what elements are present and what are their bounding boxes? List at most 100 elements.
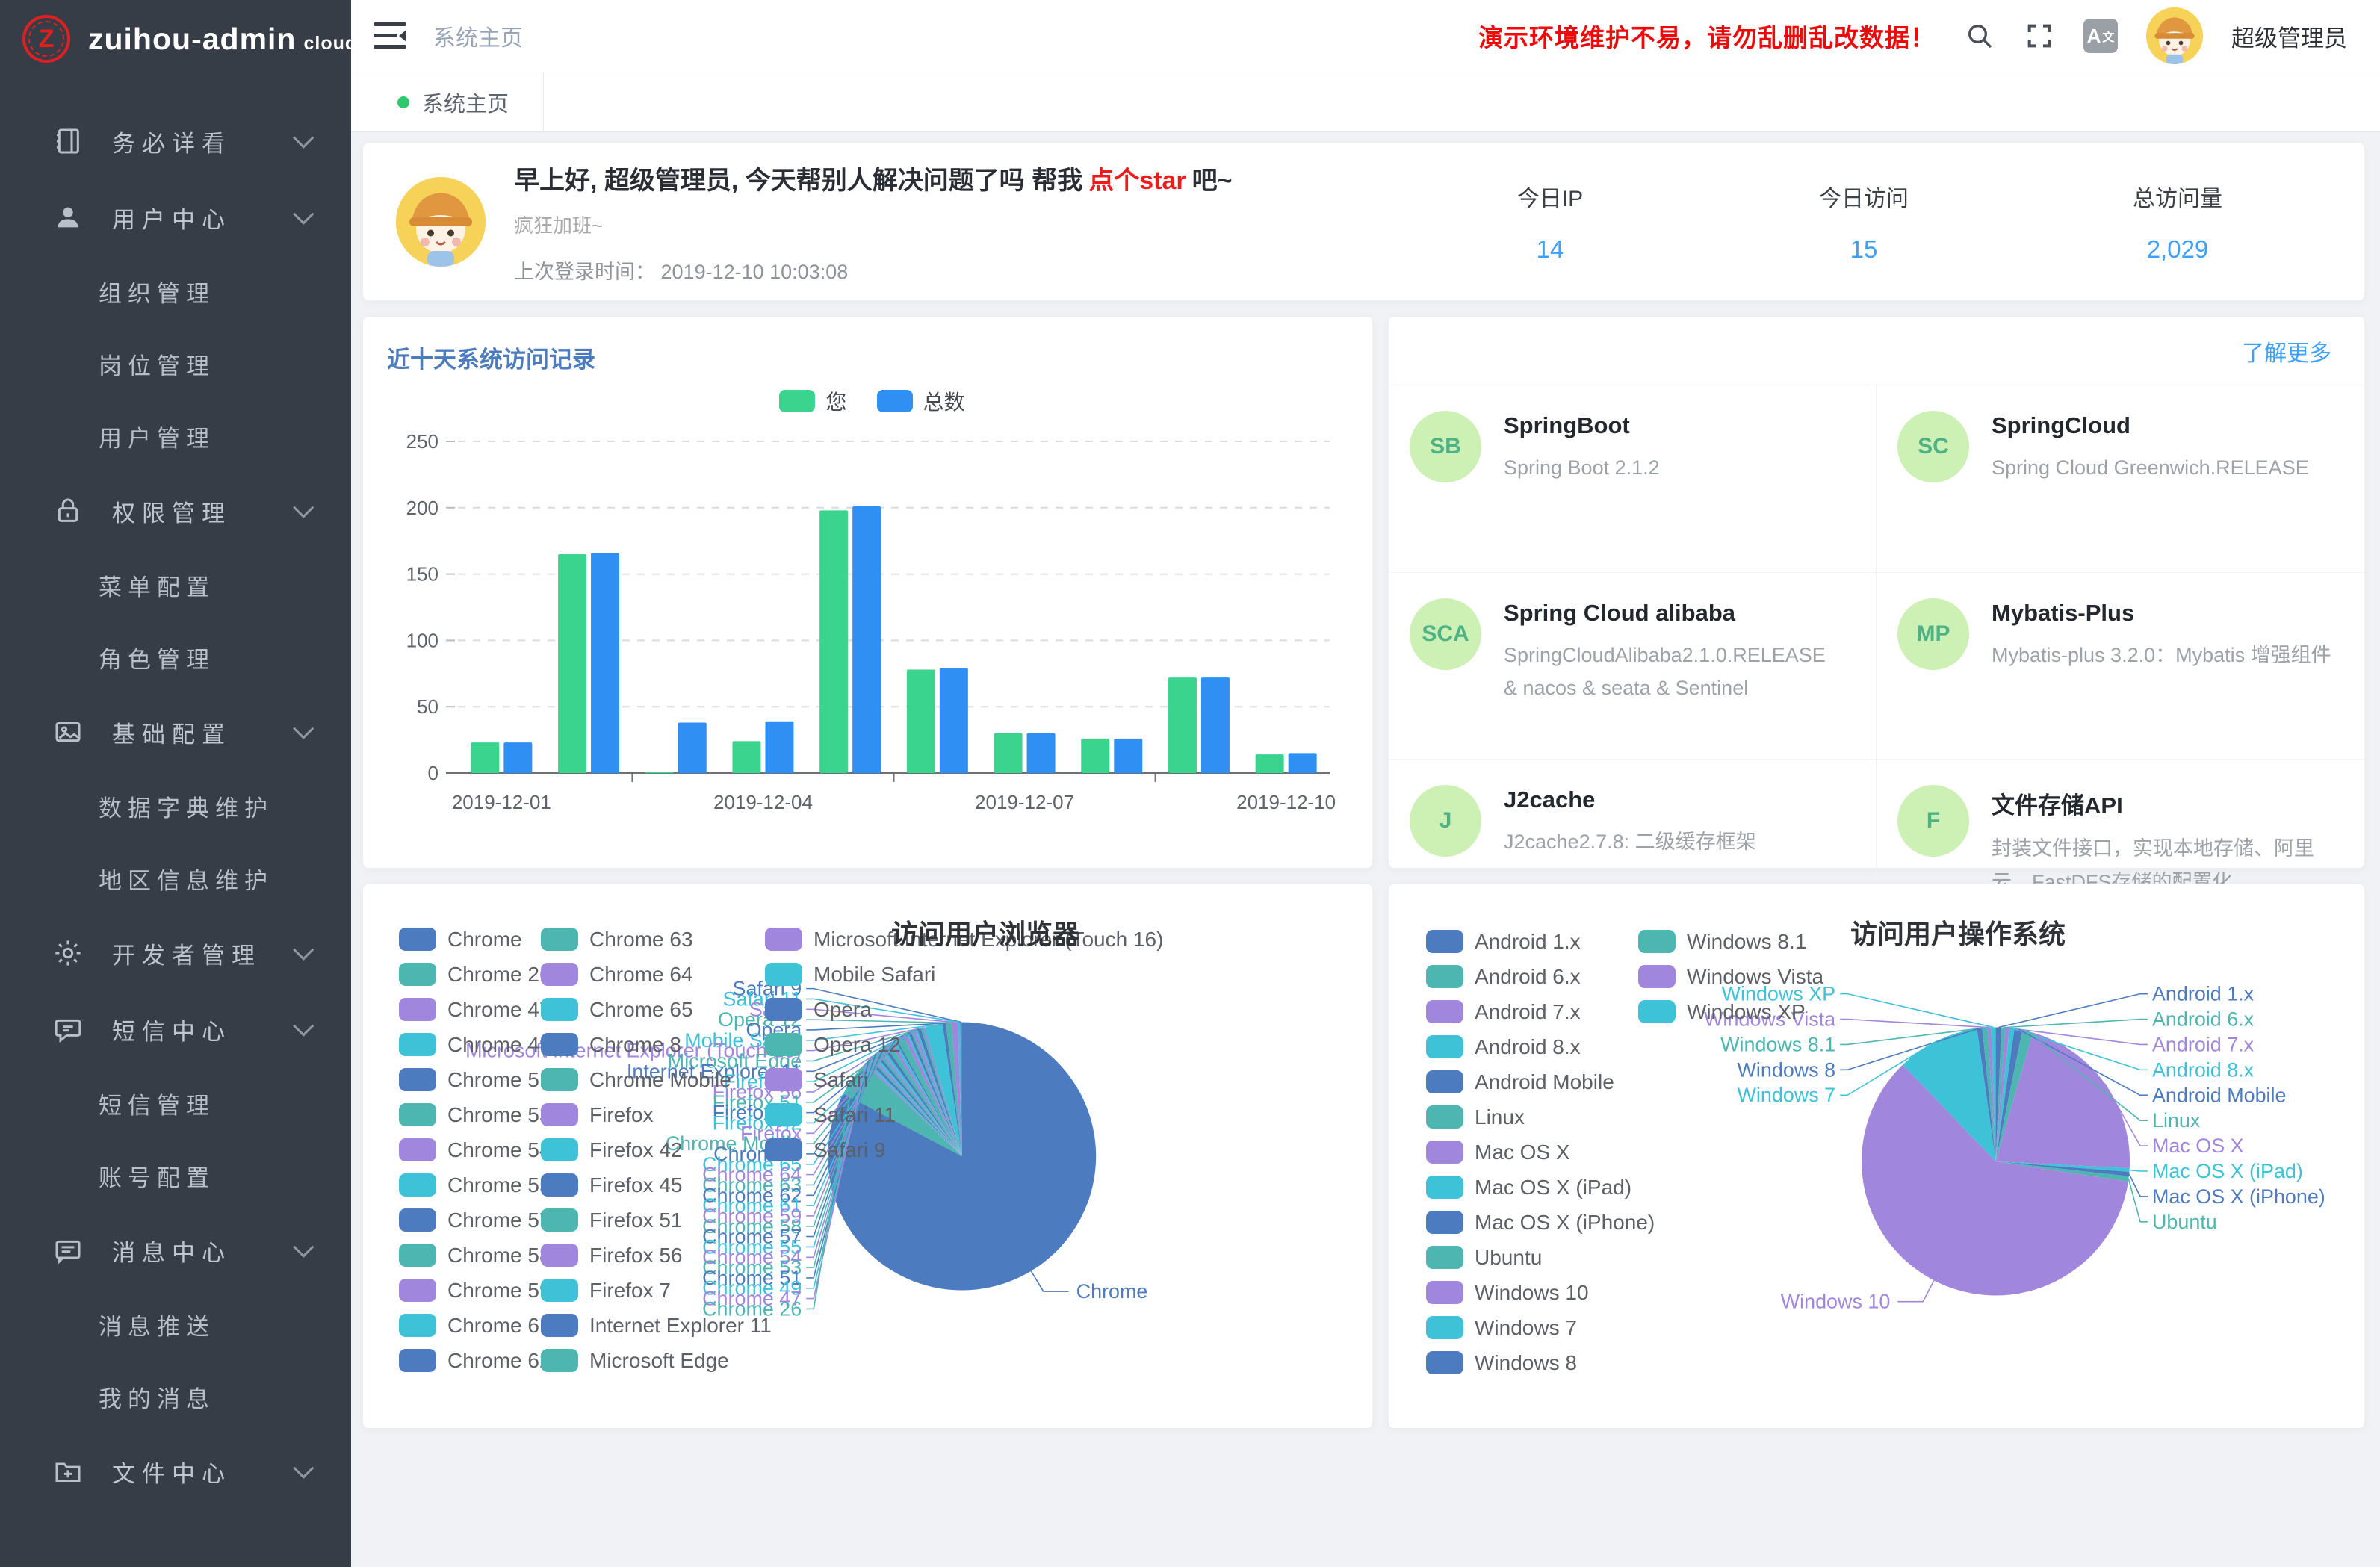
sidebar-item-用户中心[interactable]: 用户中心: [0, 179, 351, 255]
sidebar-item-消息推送[interactable]: 消息推送: [0, 1288, 351, 1361]
sidebar-collapse-icon[interactable]: [374, 22, 406, 49]
learn-more-link[interactable]: 了解更多: [2242, 335, 2331, 367]
legend-item-Firefox 56[interactable]: Firefox 56: [541, 1238, 772, 1273]
sidebar-item-文件中心[interactable]: 文件中心: [0, 1433, 351, 1509]
sidebar-item-数据字典维护[interactable]: 数据字典维护: [0, 770, 351, 843]
legend-item-Microsoft Edge[interactable]: Microsoft Edge: [541, 1343, 772, 1378]
sidebar-item-务必详看[interactable]: 务必详看: [0, 103, 351, 179]
legend-item-Mac OS X (iPad)[interactable]: Mac OS X (iPad): [1426, 1170, 1655, 1205]
legend-item-Mobile Safari[interactable]: Mobile Safari: [765, 957, 1163, 992]
legend-item-Chrome 57[interactable]: Chrome 57: [399, 1203, 551, 1238]
bar-您-2019-12-03[interactable]: [645, 772, 674, 773]
stat-value[interactable]: 15: [1707, 235, 2021, 264]
search-icon[interactable]: [1964, 20, 1995, 52]
sidebar-item-岗位管理[interactable]: 岗位管理: [0, 328, 351, 400]
app-logo[interactable]: Z zuihou-admincloud: [0, 0, 351, 78]
legend-item-Android 7.x[interactable]: Android 7.x: [1426, 994, 1655, 1029]
fullscreen-icon[interactable]: [2024, 20, 2055, 52]
legend-item-Android 1.x[interactable]: Android 1.x: [1426, 924, 1655, 959]
legend-item-Safari 9[interactable]: Safari 9: [765, 1132, 1163, 1167]
bar-您-2019-12-01[interactable]: [471, 742, 499, 773]
legend-item-Mac OS X (iPhone)[interactable]: Mac OS X (iPhone): [1426, 1205, 1655, 1240]
bar-总数-2019-12-10[interactable]: [1289, 753, 1317, 773]
sidebar-item-消息中心[interactable]: 消息中心: [0, 1212, 351, 1288]
sidebar-item-菜单配置[interactable]: 菜单配置: [0, 549, 351, 621]
legend-item-Chrome 59[interactable]: Chrome 59: [399, 1273, 551, 1308]
sidebar-item-用户管理[interactable]: 用户管理: [0, 400, 351, 473]
legend-item-Chrome 8[interactable]: Chrome 8: [541, 1027, 772, 1062]
legend-item-Android 8.x[interactable]: Android 8.x: [1426, 1029, 1655, 1064]
legend-item-Chrome 55[interactable]: Chrome 55: [399, 1167, 551, 1203]
sidebar-item-开发者管理[interactable]: 开发者管理: [0, 915, 351, 991]
legend-item-Windows 8[interactable]: Windows 8: [1426, 1345, 1655, 1380]
legend-item-Windows Vista[interactable]: Windows Vista: [1638, 959, 1823, 994]
bar-总数-2019-12-05[interactable]: [852, 506, 881, 773]
bar-您-2019-12-09[interactable]: [1168, 677, 1197, 773]
legend-item-Internet Explorer 11[interactable]: Internet Explorer 11: [541, 1308, 772, 1343]
legend-item-Chrome 49[interactable]: Chrome 49: [399, 1027, 551, 1062]
legend-item-Windows 8.1[interactable]: Windows 8.1: [1638, 924, 1823, 959]
legend-item-Windows 7[interactable]: Windows 7: [1426, 1310, 1655, 1345]
legend-item-Firefox 7[interactable]: Firefox 7: [541, 1273, 772, 1308]
bar-您-2019-12-06[interactable]: [907, 669, 935, 773]
sidebar-item-权限管理[interactable]: 权限管理: [0, 473, 351, 549]
legend-item-Android Mobile[interactable]: Android Mobile: [1426, 1064, 1655, 1099]
sidebar-item-地区信息维护[interactable]: 地区信息维护: [0, 843, 351, 915]
bar-您-2019-12-07[interactable]: [994, 733, 1023, 773]
bar-总数-2019-12-07[interactable]: [1027, 733, 1056, 773]
legend-item-Chrome 58[interactable]: Chrome 58: [399, 1238, 551, 1273]
bar-您-2019-12-10[interactable]: [1256, 754, 1284, 773]
user-avatar[interactable]: [2146, 7, 2203, 64]
legend-item-Chrome 65[interactable]: Chrome 65: [541, 992, 772, 1027]
legend-item-Opera 12[interactable]: Opera 12: [765, 1027, 1163, 1062]
bar-您-2019-12-02[interactable]: [558, 554, 586, 773]
legend-item-Opera[interactable]: Opera: [765, 992, 1163, 1027]
legend-item-Firefox 42[interactable]: Firefox 42: [541, 1132, 772, 1167]
bar-您-2019-12-05[interactable]: [819, 510, 848, 773]
bar-总数-2019-12-01[interactable]: [503, 742, 532, 773]
sidebar-item-短信中心[interactable]: 短信中心: [0, 991, 351, 1067]
bar-总数-2019-12-08[interactable]: [1114, 739, 1142, 773]
bar-总数-2019-12-02[interactable]: [591, 553, 619, 773]
stat-value[interactable]: 2,029: [2021, 235, 2334, 264]
legend-item-Chrome 53[interactable]: Chrome 53: [399, 1097, 551, 1132]
legend-item-Mac OS X[interactable]: Mac OS X: [1426, 1135, 1655, 1170]
sidebar-item-短信管理[interactable]: 短信管理: [0, 1067, 351, 1140]
sidebar-item-角色管理[interactable]: 角色管理: [0, 621, 351, 694]
legend-item-Safari 11[interactable]: Safari 11: [765, 1097, 1163, 1132]
legend-item-Firefox 51[interactable]: Firefox 51: [541, 1203, 772, 1238]
bar-总数-2019-12-04[interactable]: [765, 722, 793, 773]
legend-item-Chrome 64[interactable]: Chrome 64: [541, 957, 772, 992]
tab-home[interactable]: 系统主页: [363, 72, 544, 131]
legend-item-Firefox[interactable]: Firefox: [541, 1097, 772, 1132]
star-link[interactable]: 点个star: [1088, 167, 1186, 195]
bar-总数-2019-12-03[interactable]: [678, 723, 707, 773]
legend-item-Windows XP[interactable]: Windows XP: [1638, 994, 1823, 1029]
legend-item-Safari[interactable]: Safari: [765, 1062, 1163, 1097]
legend-item-Chrome[interactable]: Chrome: [399, 922, 551, 957]
bar-总数-2019-12-06[interactable]: [940, 668, 968, 773]
legend-item-Ubuntu[interactable]: Ubuntu: [1426, 1240, 1655, 1275]
sidebar-item-基础配置[interactable]: 基础配置: [0, 694, 351, 770]
legend-item-Chrome 51[interactable]: Chrome 51: [399, 1062, 551, 1097]
bar-您-2019-12-08[interactable]: [1081, 739, 1109, 773]
bar-您-2019-12-04[interactable]: [732, 741, 760, 773]
legend-item-Chrome 26[interactable]: Chrome 26: [399, 957, 551, 992]
bar-总数-2019-12-09[interactable]: [1201, 677, 1230, 773]
legend-item-Chrome 54[interactable]: Chrome 54: [399, 1132, 551, 1167]
username-label[interactable]: 超级管理员: [2231, 19, 2347, 53]
legend-item-您[interactable]: 您: [779, 386, 846, 416]
legend-item-Linux[interactable]: Linux: [1426, 1099, 1655, 1135]
legend-item-Windows 10[interactable]: Windows 10: [1426, 1275, 1655, 1310]
legend-item-Firefox 45[interactable]: Firefox 45: [541, 1167, 772, 1203]
translate-icon[interactable]: A文: [2083, 19, 2118, 53]
legend-item-Chrome Mobile[interactable]: Chrome Mobile: [541, 1062, 772, 1097]
sidebar-item-账号配置[interactable]: 账号配置: [0, 1140, 351, 1212]
legend-item-Android 6.x[interactable]: Android 6.x: [1426, 959, 1655, 994]
legend-item-Chrome 63[interactable]: Chrome 63: [541, 922, 772, 957]
legend-item-Chrome 62[interactable]: Chrome 62: [399, 1343, 551, 1378]
sidebar-item-我的消息[interactable]: 我的消息: [0, 1361, 351, 1433]
legend-item-Chrome 61[interactable]: Chrome 61: [399, 1308, 551, 1343]
legend-item-总数[interactable]: 总数: [877, 386, 965, 416]
sidebar-item-组织管理[interactable]: 组织管理: [0, 255, 351, 328]
